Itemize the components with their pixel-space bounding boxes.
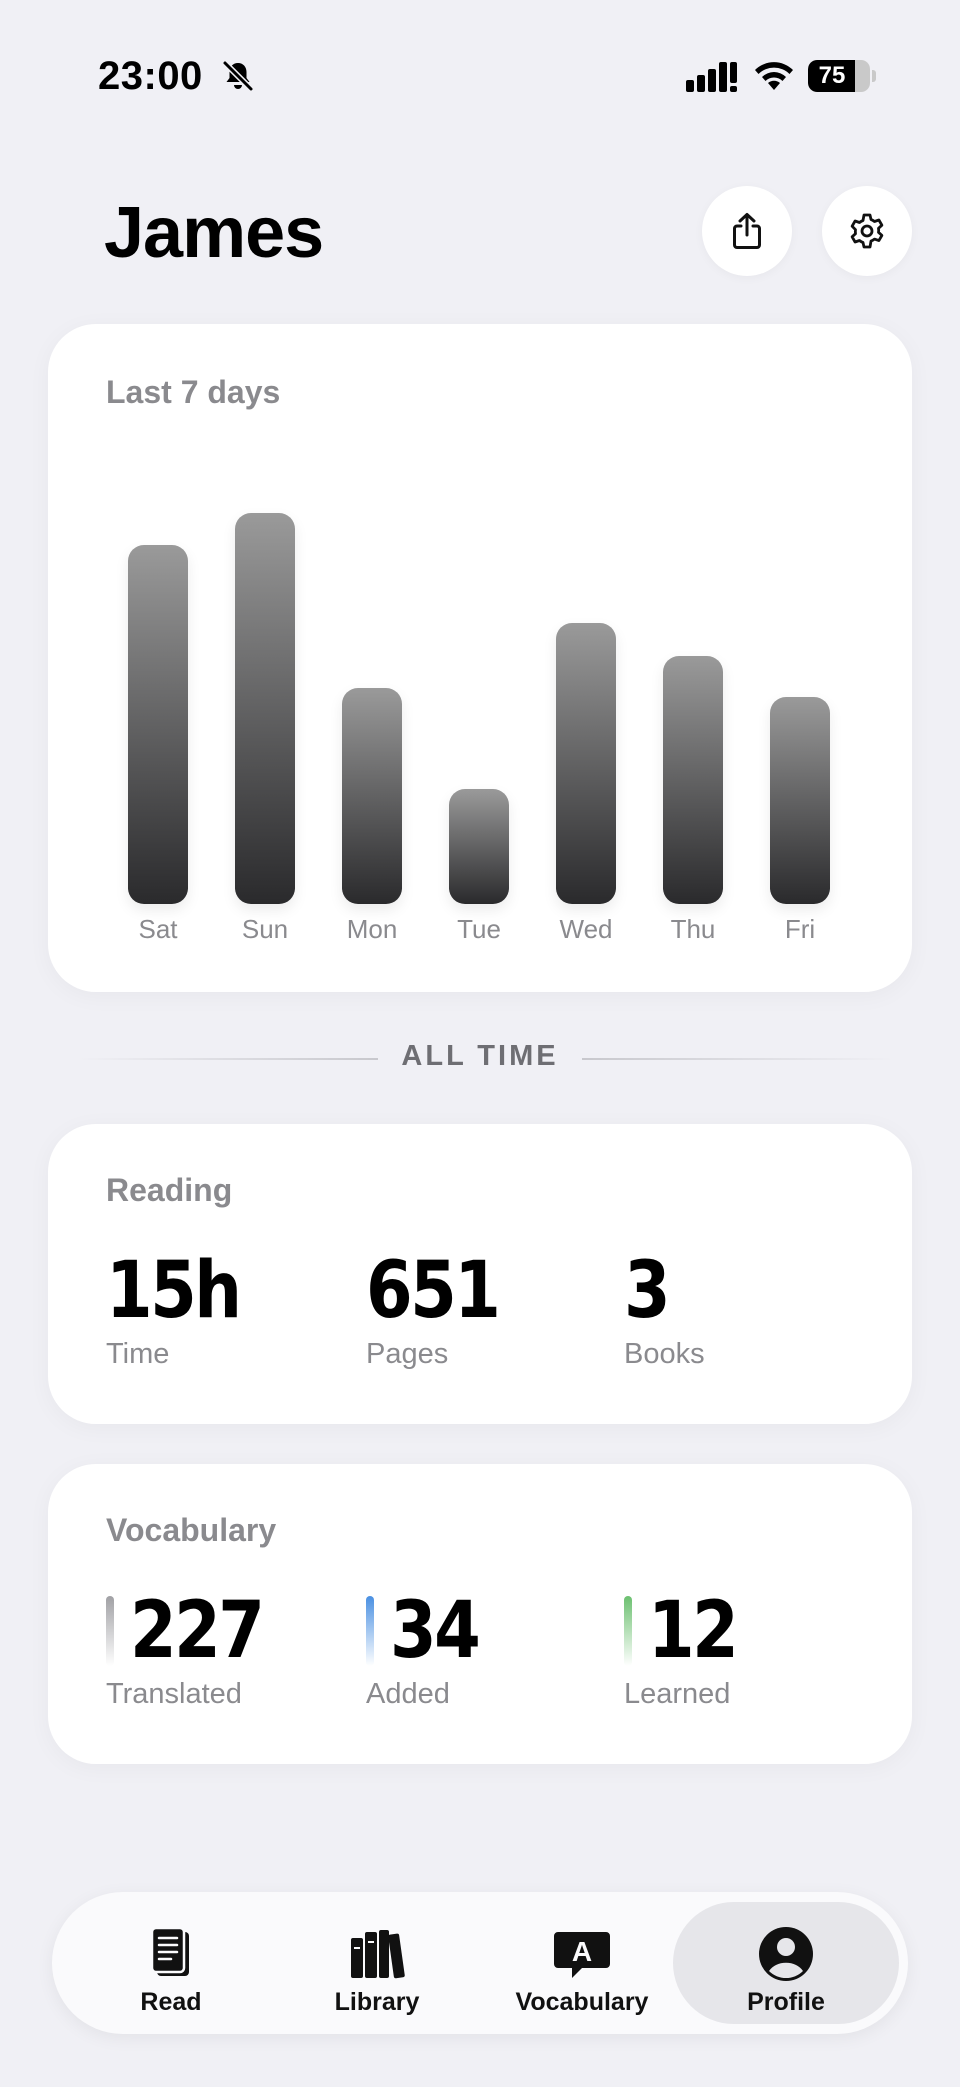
- added-indicator: [366, 1596, 374, 1666]
- bar-label-wed: Wed: [559, 914, 613, 944]
- vocab-added-stat: 34 Added: [366, 1586, 493, 1711]
- tab-bar: Read Library A Vocabulary Profile: [52, 1892, 908, 2034]
- bar-wed: [556, 623, 616, 904]
- gear-icon: [850, 213, 884, 249]
- tab-vocabulary[interactable]: A Vocabulary: [477, 1902, 687, 2024]
- stat-label: Books: [624, 1338, 705, 1370]
- bell-slash-icon: [222, 60, 254, 92]
- learned-indicator: [624, 1596, 632, 1666]
- settings-button[interactable]: [822, 186, 912, 276]
- bar-label-tue: Tue: [457, 914, 501, 944]
- share-icon: [733, 213, 761, 249]
- bar-sun: [235, 513, 295, 904]
- wifi-icon: [755, 62, 793, 90]
- stat-value: 15h: [106, 1246, 242, 1336]
- stat-label: Pages: [366, 1338, 449, 1370]
- status-bar: 23:00 75: [0, 54, 960, 104]
- vocab-translated-stat: 227 Translated: [106, 1586, 284, 1711]
- share-button[interactable]: [702, 186, 792, 276]
- reading-books-stat: 3 Books: [624, 1246, 705, 1371]
- person-circle-icon: [759, 1927, 813, 1981]
- reading-time-stat: 15h Time: [106, 1246, 261, 1371]
- stat-label: Added: [366, 1678, 450, 1710]
- cellular-signal-icon: [686, 62, 737, 92]
- stat-value: 651: [366, 1246, 501, 1336]
- tab-label: Library: [334, 1988, 420, 2016]
- status-time: 23:00: [98, 54, 203, 98]
- bar-label-mon: Mon: [346, 914, 398, 944]
- books-icon: [351, 1930, 405, 1979]
- divider-label: ALL TIME: [401, 1040, 559, 1072]
- reading-pages-stat: 651 Pages: [366, 1246, 520, 1371]
- bar-label-fri: Fri: [784, 914, 816, 944]
- vocabulary-card: Vocabulary 227 Translated 34 Added 12 Le…: [48, 1464, 912, 1764]
- tab-label: Vocabulary: [515, 1988, 649, 2016]
- bar-mon: [342, 687, 402, 904]
- page-title: James: [104, 193, 324, 273]
- battery-icon: 75: [808, 60, 876, 92]
- all-time-divider: ALL TIME: [0, 1040, 960, 1080]
- stat-label: Time: [106, 1338, 170, 1370]
- stat-value: 12: [648, 1586, 739, 1676]
- stat-value: 34: [390, 1586, 481, 1676]
- bar-label-thu: Thu: [670, 914, 716, 944]
- stat-value: 227: [130, 1586, 265, 1676]
- tab-label: Profile: [747, 1988, 825, 2016]
- svg-text:A: A: [572, 1936, 592, 1967]
- vocabulary-card-label: Vocabulary: [106, 1512, 277, 1548]
- bar-fri: [770, 697, 830, 904]
- book-icon: [150, 1926, 189, 1976]
- tab-library[interactable]: Library: [272, 1902, 482, 2024]
- battery-level: 75: [818, 62, 846, 89]
- divider-line-right: [582, 1058, 894, 1060]
- bar-sat: [128, 545, 188, 904]
- weekly-reading-card: Last 7 days Sat Sun Mon Tue Wed Thu Fri: [48, 324, 912, 992]
- weekly-bar-chart: Sat Sun Mon Tue Wed Thu Fri: [48, 324, 912, 992]
- vocab-learned-stat: 12 Learned: [624, 1586, 751, 1711]
- tab-profile[interactable]: Profile: [673, 1902, 899, 2024]
- bar-tue: [449, 789, 509, 904]
- stat-label: Translated: [106, 1678, 242, 1710]
- translated-indicator: [106, 1596, 114, 1666]
- translate-bubble-icon: A: [554, 1932, 610, 1978]
- reading-card-label: Reading: [106, 1172, 233, 1208]
- bar-label-sun: Sun: [241, 914, 289, 944]
- stat-label: Learned: [624, 1678, 731, 1710]
- tab-read[interactable]: Read: [66, 1902, 276, 2024]
- bar-thu: [663, 655, 723, 904]
- divider-line-left: [78, 1058, 378, 1060]
- bar-label-sat: Sat: [138, 914, 178, 944]
- reading-card: Reading 15h Time 651 Pages 3 Books: [48, 1124, 912, 1424]
- stat-value: 3: [624, 1246, 671, 1336]
- tab-label: Read: [140, 1988, 202, 2016]
